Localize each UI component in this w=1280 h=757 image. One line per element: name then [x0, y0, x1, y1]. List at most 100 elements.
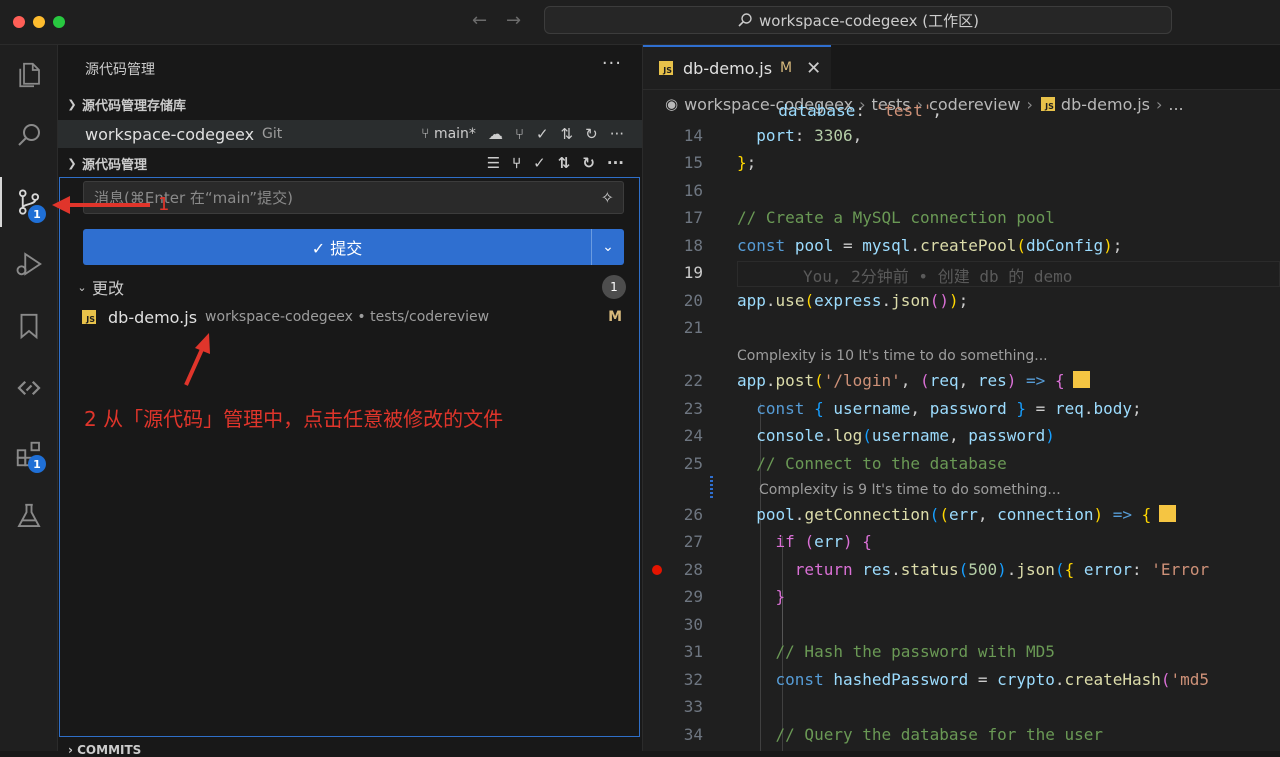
line-number: 31 — [683, 642, 703, 661]
scm-section-header[interactable]: ❯ 源代码管理 ☰ ⑂ ✓ ⇅ ↻ ··· — [58, 149, 642, 177]
pull-request-icon[interactable]: ⇅ — [558, 154, 571, 172]
tab-label: db-demo.js — [683, 58, 773, 78]
repo-row[interactable]: workspace-codegeex Git ⑂ main* ☁ ⑂ ✓ ⇅ ↻… — [58, 120, 642, 148]
commit-dropdown-button[interactable]: ⌄ — [591, 229, 624, 265]
code-line: app.use(express.json()); — [737, 291, 969, 310]
commit-button[interactable]: ✓ 提交 ⌄ — [83, 229, 624, 265]
changed-file-name: db-demo.js — [108, 307, 198, 327]
activity-bookmarks[interactable] — [0, 301, 57, 351]
editor-area: JS db-demo.js M ✕ ◉ workspace-codegeex ›… — [643, 45, 1280, 751]
activity-explorer[interactable] — [0, 50, 57, 100]
code-line: // Hash the password with MD5 — [737, 642, 1055, 661]
code-view[interactable]: database: 'test', 14 port: 3306, 15 }; 1… — [643, 101, 1280, 751]
activity-testing[interactable] — [0, 491, 57, 541]
line-number: 33 — [683, 697, 703, 716]
chevron-down-icon: ❯ — [67, 156, 77, 170]
commits-section-header[interactable]: › COMMITS — [68, 743, 141, 757]
minimize-window-button[interactable] — [33, 16, 45, 28]
repo-name: workspace-codegeex — [85, 124, 255, 144]
repos-header-label: 源代码管理存储库 — [82, 98, 187, 114]
activity-extensions[interactable]: 1 — [0, 429, 57, 479]
repo-kind: Git — [262, 126, 283, 142]
code-line: const hashedPassword = crypto.createHash… — [775, 670, 1210, 689]
command-center-label: workspace-codegeex (工作区) — [759, 11, 979, 30]
line-number: 30 — [683, 615, 703, 634]
graph-icon[interactable]: ⑂ — [512, 154, 521, 172]
chevron-down-icon: ⌄ — [602, 239, 614, 255]
activity-run-debug[interactable] — [0, 239, 57, 289]
code-line: // Connect to the database — [737, 454, 1007, 473]
line-number: 29 — [683, 587, 703, 606]
search-icon — [17, 124, 40, 146]
line-number: 21 — [683, 318, 703, 337]
close-window-button[interactable] — [13, 16, 25, 28]
forward-arrow-icon[interactable]: → — [506, 10, 521, 31]
back-arrow-icon[interactable]: ← — [472, 10, 487, 31]
line-number: 24 — [683, 426, 703, 445]
line-number: 32 — [683, 670, 703, 689]
repos-section-header[interactable]: ❯ 源代码管理存储库 — [58, 90, 642, 118]
branch-button[interactable]: ⑂ main* — [421, 126, 476, 142]
line-number: 23 — [683, 399, 703, 418]
code-line: // Create a MySQL connection pool — [737, 208, 1055, 227]
code-line: const pool = mysql.createPool(dbConfig); — [737, 236, 1123, 255]
javascript-file-icon: JS — [659, 61, 673, 75]
source-control-badge: 1 — [28, 205, 46, 223]
line-number: 34 — [683, 725, 703, 744]
flask-icon — [16, 503, 41, 527]
check-icon[interactable]: ✓ — [533, 154, 546, 172]
annotation-step-1: 1 — [158, 194, 170, 215]
tab-bar: JS db-demo.js M ✕ — [643, 45, 1280, 90]
close-icon[interactable]: ✕ — [806, 58, 821, 79]
javascript-file-icon: JS — [1040, 97, 1055, 111]
refresh-icon[interactable]: ↻ — [582, 154, 595, 172]
code-line: }; — [737, 153, 757, 172]
line-number: 16 — [683, 181, 703, 200]
complexity-codelens[interactable]: Complexity is 10 It's time to do somethi… — [737, 348, 1048, 364]
tab-db-demo[interactable]: JS db-demo.js M ✕ — [643, 45, 831, 89]
code-line: database: 'test', — [778, 101, 943, 120]
javascript-file-icon: JS — [82, 310, 96, 324]
code-line: return res.status(500).json({ error: 'Er… — [794, 560, 1210, 579]
more-icon[interactable]: ··· — [610, 125, 624, 143]
line-number: 14 — [683, 126, 703, 145]
refresh-icon[interactable]: ↻ — [585, 125, 598, 143]
more-actions-button[interactable]: ··· — [602, 53, 622, 74]
activity-bar: 1 1 — [0, 45, 58, 751]
activity-source-control[interactable]: 1 — [0, 177, 57, 227]
changed-file-row[interactable]: JS db-demo.js workspace-codegeex • tests… — [58, 304, 642, 330]
commit-message-placeholder: 消息(⌘Enter 在“main”提交) — [94, 189, 293, 207]
scm-actions: ☰ ⑂ ✓ ⇅ ↻ ··· — [487, 154, 624, 172]
chevron-down-icon: ❯ — [67, 97, 77, 111]
command-center[interactable]: workspace-codegeex (工作区) — [544, 6, 1172, 34]
line-number: 26 — [683, 505, 703, 524]
code-line: port: 3306, — [756, 126, 863, 145]
pull-request-icon[interactable]: ⇅ — [561, 125, 574, 143]
search-icon — [738, 13, 752, 27]
view-list-icon[interactable]: ☰ — [487, 154, 500, 172]
more-icon[interactable]: ··· — [607, 154, 624, 172]
activity-search[interactable] — [0, 110, 57, 160]
debug-icon — [16, 252, 42, 276]
activity-codegeex[interactable] — [0, 363, 57, 413]
breadcrumb-separator-icon: › — [1026, 94, 1033, 114]
maximize-window-button[interactable] — [53, 16, 65, 28]
commit-button-label: ✓ 提交 — [311, 239, 363, 258]
complexity-codelens[interactable]: Complexity is 9 It's time to do somethin… — [759, 482, 1061, 498]
sidebar-title: 源代码管理 — [85, 62, 155, 78]
line-number: 18 — [683, 236, 703, 255]
changes-group[interactable]: ⌄ 更改 1 — [58, 274, 642, 300]
sparkle-icon[interactable]: ✧ — [601, 188, 614, 207]
breadcrumb-item[interactable]: db-demo.js — [1061, 95, 1150, 114]
breadcrumb-item[interactable]: codereview — [929, 95, 1021, 114]
codegeex-icon — [16, 380, 41, 396]
complexity-marker — [1072, 371, 1090, 388]
files-icon — [18, 62, 40, 88]
breadcrumb-separator-icon: › — [1155, 94, 1163, 114]
title-bar: ← → workspace-codegeex (工作区) — [0, 0, 1280, 45]
graph-icon[interactable]: ⑂ — [515, 125, 524, 143]
cloud-sync-icon[interactable]: ☁ — [488, 125, 503, 143]
check-icon[interactable]: ✓ — [536, 125, 549, 143]
line-number: 20 — [683, 291, 703, 310]
breadcrumb-item[interactable]: ... — [1168, 95, 1183, 114]
